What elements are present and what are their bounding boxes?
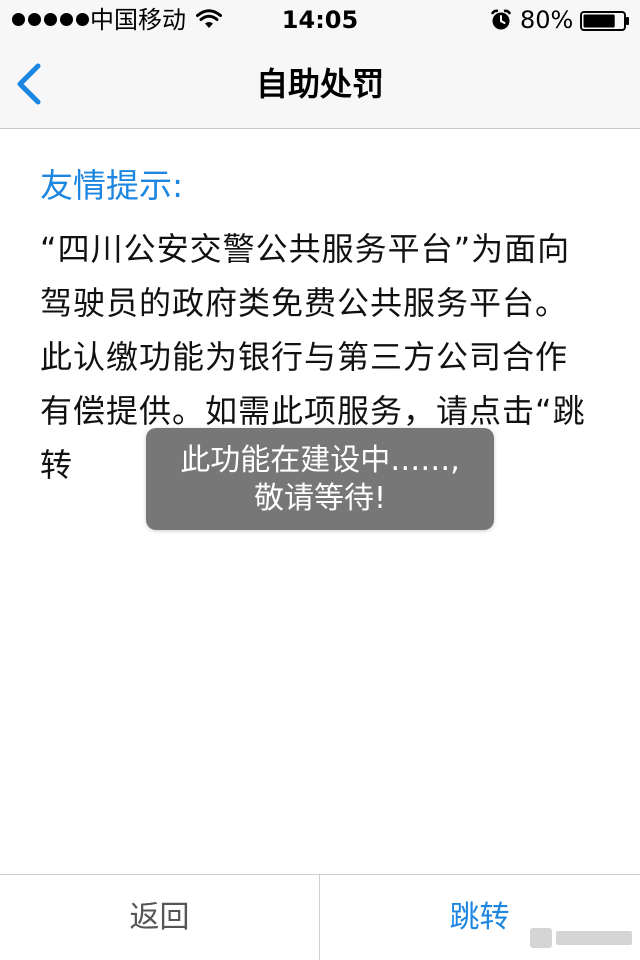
toast-message: 此功能在建设中……, 敬请等待! [146,428,494,530]
battery-icon [580,11,629,31]
app-screen: 中国移动 14:05 80% 自助处罚 友情提示: “四川公安交警公共服务平台”… [0,0,640,960]
status-bar: 中国移动 14:05 80% [0,0,640,40]
watermark-logo-icon [530,928,632,948]
page-title: 自助处罚 [255,65,384,103]
return-button[interactable]: 返回 [0,875,319,960]
toast-line-1: 此功能在建设中……, [180,443,460,478]
alarm-icon [490,9,512,30]
battery-percent: 80% [520,6,574,34]
tip-title: 友情提示: [40,166,184,205]
navigation-bar: 自助处罚 [0,40,640,129]
toast-line-2: 敬请等待! [253,481,387,516]
